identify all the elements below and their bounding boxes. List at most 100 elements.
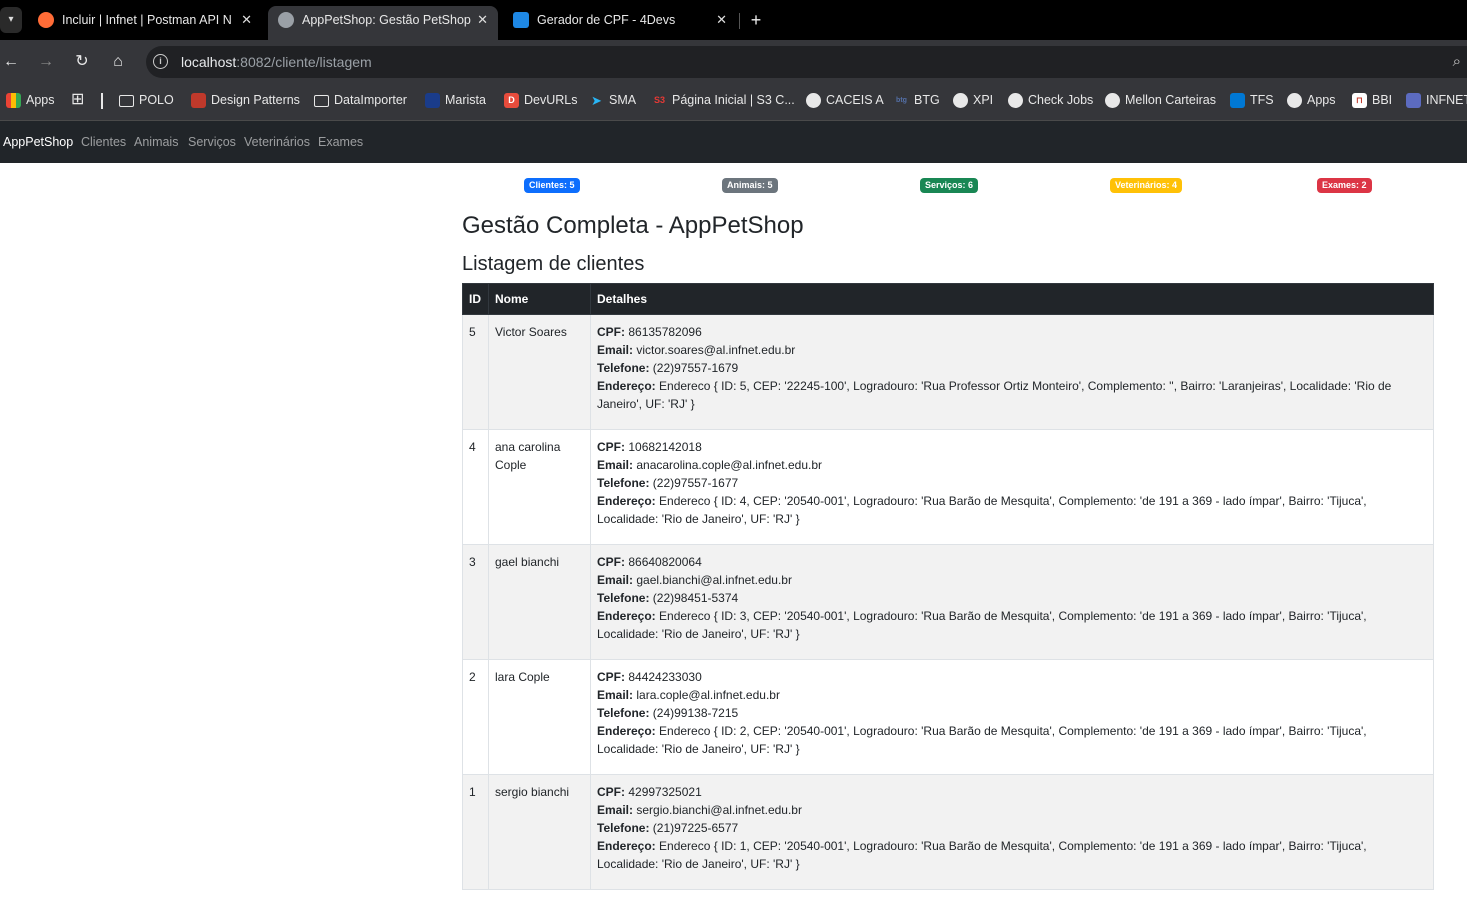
- bookmark-btg[interactable]: btg BTG: [894, 84, 940, 116]
- table-row: 1 sergio bianchi CPF: 42997325021 Email: se…: [462, 774, 1434, 890]
- bookmark-check-jobs[interactable]: Check Jobs: [1008, 84, 1093, 116]
- tab-title: AppPetShop: Gestão PetShop: [302, 13, 471, 27]
- sma-icon: ➤: [591, 93, 602, 108]
- bookmark-devurls[interactable]: D DevURLs: [504, 84, 578, 116]
- cell-detalhes: CPF: 42997325021 Email: sergio.bianchi@al…: [590, 774, 1434, 890]
- bookmark-sma[interactable]: ➤ SMA: [589, 84, 636, 116]
- azure-devops-icon: [1230, 93, 1245, 108]
- bookmarks-bar: Apps ⊞ POLO Design Patterns DataImporter…: [0, 84, 1467, 121]
- nav-link-servicos[interactable]: Serviços: [188, 135, 236, 149]
- globe-icon: [953, 93, 968, 108]
- nav-link-veterinarios[interactable]: Veterinários: [244, 135, 310, 149]
- badge-exames: Exames: 2: [1317, 178, 1372, 193]
- marista-icon: [425, 93, 440, 108]
- s3-icon: S3: [653, 95, 665, 105]
- forward-arrow-icon[interactable]: →: [35, 51, 57, 73]
- nav-link-animais[interactable]: Animais: [134, 135, 178, 149]
- btg-icon: btg: [896, 97, 907, 104]
- bookmark-marista[interactable]: Marista: [425, 84, 486, 116]
- nav-link-exames[interactable]: Exames: [318, 135, 363, 149]
- value-cpf: 42997325021: [628, 785, 702, 799]
- cell-nome: Victor Soares: [488, 314, 591, 430]
- tab-groups-icon[interactable]: ⊞: [71, 84, 84, 116]
- detail-telefone: Telefone: (22)97557-1677: [597, 474, 1427, 492]
- tab-search-button[interactable]: ▾: [0, 7, 22, 33]
- detail-endereco: Endereço: Endereco { ID: 4, CEP: '20540-…: [597, 492, 1427, 528]
- label-endereco: Endereço:: [597, 379, 656, 393]
- detail-email: Email: sergio.bianchi@al.infnet.edu.br: [597, 801, 1427, 819]
- value-endereco: Endereco { ID: 5, CEP: '22245-100', Logr…: [597, 379, 1392, 411]
- apps-grid-icon: [6, 93, 21, 108]
- reload-icon[interactable]: ↻: [71, 51, 93, 73]
- tab-apppetshop[interactable]: AppPetShop: Gestão PetShop ✕: [268, 6, 498, 40]
- value-email: gael.bianchi@al.infnet.edu.br: [636, 573, 792, 587]
- folder-icon: [314, 95, 329, 107]
- column-header-id: ID: [462, 283, 489, 315]
- value-email: sergio.bianchi@al.infnet.edu.br: [636, 803, 802, 817]
- value-endereco: Endereco { ID: 2, CEP: '20540-001', Logr…: [597, 724, 1367, 756]
- label-email: Email:: [597, 458, 634, 472]
- bookmark-mellon-carteiras[interactable]: Mellon Carteiras: [1105, 84, 1216, 116]
- browser-toolbar: ← → ↻ ⌂ i localhost:8082/cliente/listage…: [0, 40, 1467, 84]
- bookmark-xpi[interactable]: XPI: [953, 84, 993, 116]
- tab-title: Incluir | Infnet | Postman API Ne: [62, 13, 232, 27]
- value-endereco: Endereco { ID: 4, CEP: '20540-001', Logr…: [597, 494, 1367, 526]
- detail-email: Email: anacarolina.cople@al.infnet.edu.b…: [597, 456, 1427, 474]
- globe-icon: [1105, 93, 1120, 108]
- back-arrow-icon[interactable]: ←: [0, 51, 22, 73]
- bookmark-caceis[interactable]: CACEIS A: [806, 84, 884, 116]
- design-patterns-icon: [191, 93, 206, 108]
- bookmark-infnet[interactable]: INFNET: [1406, 84, 1467, 116]
- bookmark-apps-2[interactable]: Apps: [1287, 84, 1336, 116]
- table-header-row: ID Nome Detalhes: [462, 283, 1434, 315]
- cell-nome: ana carolina Cople: [488, 429, 591, 545]
- close-tab-icon[interactable]: ✕: [477, 6, 488, 34]
- home-icon[interactable]: ⌂: [107, 51, 129, 73]
- value-telefone: (22)97557-1679: [652, 361, 739, 375]
- label-email: Email:: [597, 688, 634, 702]
- detail-cpf: CPF: 86135782096: [597, 323, 1427, 341]
- bookmark-tfs[interactable]: TFS: [1230, 84, 1274, 116]
- navbar-brand[interactable]: AppPetShop: [3, 135, 73, 149]
- bookmark-bbi[interactable]: ⊓ BBI: [1352, 84, 1392, 116]
- close-tab-icon[interactable]: ✕: [716, 6, 727, 34]
- value-cpf: 86640820064: [628, 555, 702, 569]
- label-cpf: CPF:: [597, 555, 625, 569]
- new-tab-button[interactable]: +: [747, 8, 765, 32]
- detail-endereco: Endereço: Endereco { ID: 5, CEP: '22245-…: [597, 377, 1427, 413]
- zoom-icon[interactable]: ⌕: [1453, 53, 1461, 70]
- cell-nome: gael bianchi: [488, 544, 591, 660]
- label-telefone: Telefone:: [597, 706, 650, 720]
- detail-cpf: CPF: 84424233030: [597, 668, 1427, 686]
- tab-postman[interactable]: Incluir | Infnet | Postman API Ne ✕: [28, 6, 262, 40]
- label-telefone: Telefone:: [597, 361, 650, 375]
- bookmark-dataimporter[interactable]: DataImporter: [314, 84, 407, 116]
- globe-icon: [1008, 93, 1023, 108]
- tab-4devs[interactable]: Gerador de CPF - 4Devs ✕: [503, 6, 737, 40]
- bookmark-design-patterns[interactable]: Design Patterns: [191, 84, 300, 116]
- label-endereco: Endereço:: [597, 839, 656, 853]
- table-row: 2 lara Cople CPF: 84424233030 Email: lara.c…: [462, 659, 1434, 775]
- url-text[interactable]: localhost:8082/cliente/listagem: [181, 54, 372, 70]
- close-tab-icon[interactable]: ✕: [241, 6, 252, 34]
- column-header-detalhes: Detalhes: [590, 283, 1434, 315]
- label-cpf: CPF:: [597, 325, 625, 339]
- 4devs-icon: [513, 12, 529, 28]
- address-bar[interactable]: i localhost:8082/cliente/listagem ⌕: [146, 46, 1467, 78]
- bookmark-s3[interactable]: S3 Página Inicial | S3 C...: [652, 84, 795, 116]
- value-email: victor.soares@al.infnet.edu.br: [636, 343, 796, 357]
- bookmark-apps[interactable]: Apps: [6, 84, 55, 116]
- label-telefone: Telefone:: [597, 476, 650, 490]
- label-endereco: Endereço:: [597, 494, 656, 508]
- nav-link-clientes[interactable]: Clientes: [81, 135, 126, 149]
- site-info-icon[interactable]: i: [153, 54, 168, 69]
- folder-icon: [119, 95, 134, 107]
- label-email: Email:: [597, 343, 634, 357]
- cell-id: 3: [462, 544, 489, 660]
- label-telefone: Telefone:: [597, 821, 650, 835]
- label-telefone: Telefone:: [597, 591, 650, 605]
- label-email: Email:: [597, 573, 634, 587]
- label-endereco: Endereço:: [597, 724, 656, 738]
- cell-id: 4: [462, 429, 489, 545]
- bookmark-polo[interactable]: POLO: [119, 84, 174, 116]
